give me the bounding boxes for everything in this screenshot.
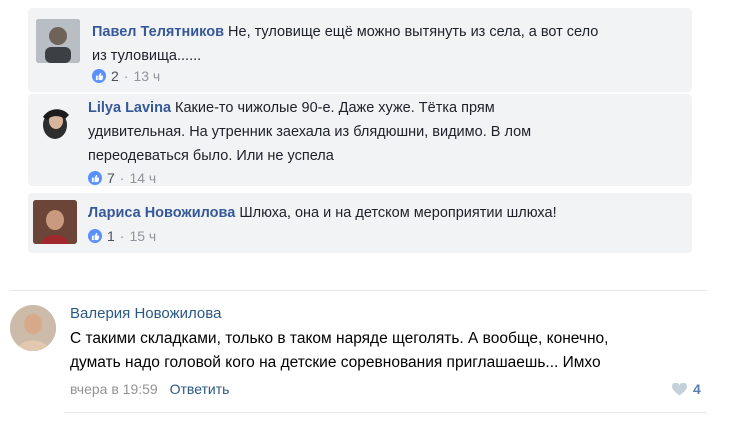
avatar[interactable] <box>36 19 80 63</box>
like-count: 4 <box>693 381 701 397</box>
comment-time[interactable]: 13 ч <box>133 68 160 84</box>
comment-meta: 7 · 14 ч <box>88 170 156 186</box>
reply-button[interactable]: Ответить <box>170 381 230 397</box>
avatar[interactable] <box>33 200 77 244</box>
like-icon <box>88 171 102 185</box>
like-icon <box>92 69 106 83</box>
comment-author[interactable]: Павел Телятников <box>92 24 224 40</box>
separator-dot: · <box>119 170 125 186</box>
comment-meta: вчера в 19:59 Ответить <box>70 381 229 397</box>
comment-time[interactable]: 14 ч <box>129 170 156 186</box>
comment-meta: 2 · 13 ч <box>92 68 160 84</box>
heart-icon <box>672 382 687 396</box>
comment-text: Lilya Lavina Какие-то чижолые 90-е. Даже… <box>88 100 532 164</box>
avatar[interactable] <box>10 305 56 351</box>
separator-dot: · <box>123 68 129 84</box>
like-count[interactable]: 1 <box>107 228 115 244</box>
like-count[interactable]: 7 <box>107 170 115 186</box>
separator-dot: · <box>119 228 125 244</box>
comment-time[interactable]: вчера в 19:59 <box>70 381 158 397</box>
comment-author[interactable]: Валерия Новожилова <box>70 305 221 322</box>
comment-text: С такими складками, только в таком наряд… <box>70 330 609 371</box>
comment-text: Лариса Новожилова Шлюха, она и на детско… <box>88 205 557 221</box>
like-icon <box>88 229 102 243</box>
comment-meta: 1 · 15 ч <box>88 228 156 244</box>
like-count[interactable]: 2 <box>111 68 119 84</box>
like-button[interactable]: 4 <box>672 381 701 397</box>
comment-author[interactable]: Лариса Новожилова <box>88 205 235 221</box>
divider <box>64 412 707 413</box>
comment-time[interactable]: 15 ч <box>129 228 156 244</box>
comment-text: Павел Телятников Не, туловище ещё можно … <box>92 24 599 64</box>
comment-author[interactable]: Lilya Lavina <box>88 100 171 116</box>
divider <box>10 290 707 291</box>
avatar[interactable] <box>33 99 77 143</box>
